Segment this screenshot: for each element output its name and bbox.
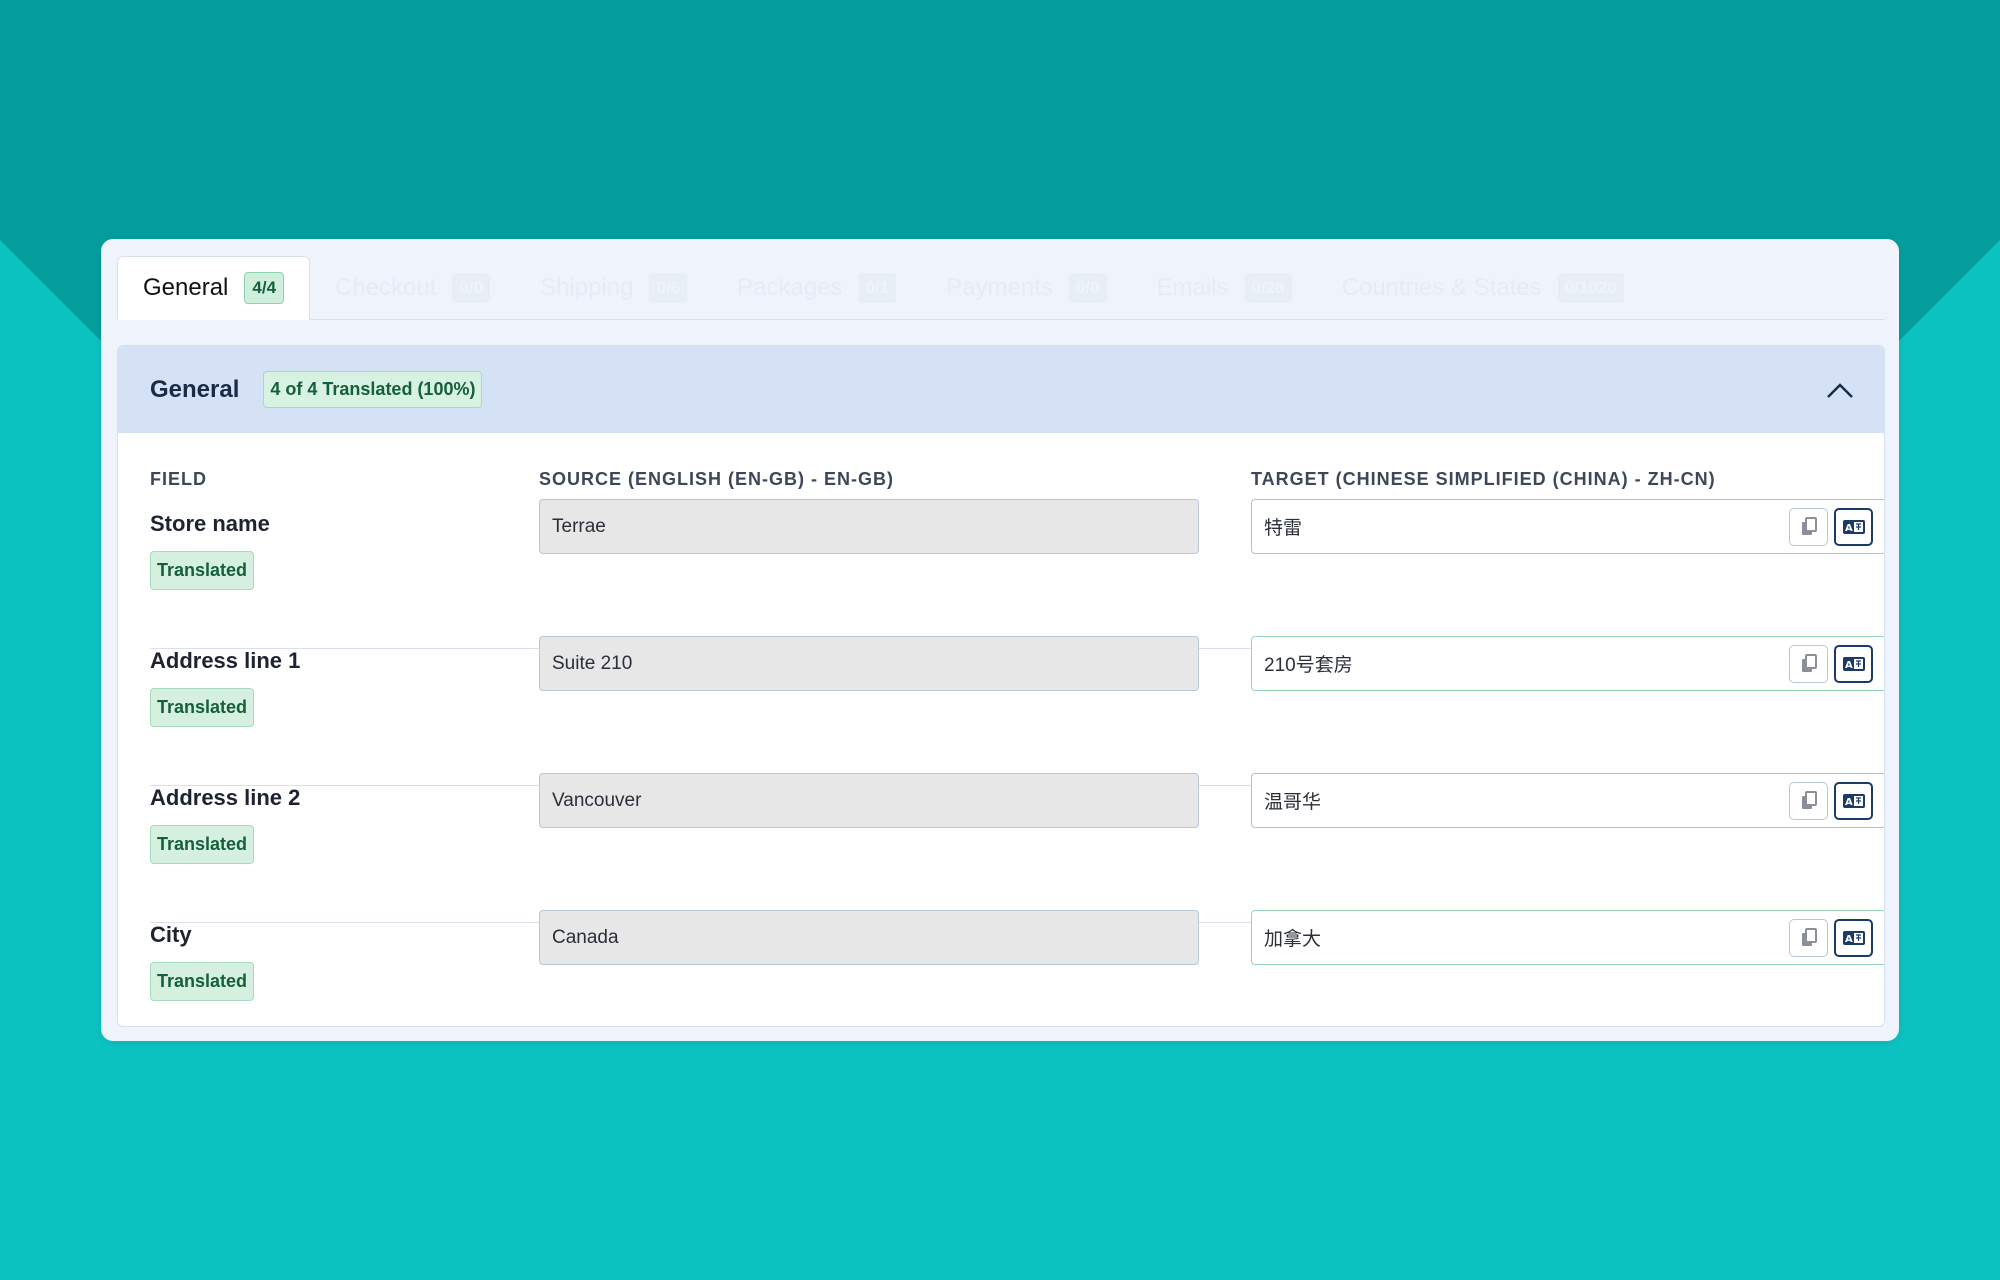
copy-icon[interactable] bbox=[1789, 644, 1828, 683]
field-name: Address line 2 bbox=[150, 785, 301, 810]
field-name: Store name bbox=[150, 511, 270, 536]
translation-row-city: City Translated Canada 加拿大 A bbox=[150, 910, 1884, 1026]
translate-icon[interactable]: A bbox=[1834, 918, 1873, 957]
chevron-up-icon[interactable] bbox=[1822, 372, 1858, 408]
source-value-field: Canada bbox=[539, 910, 1199, 965]
tab-count-badge: 0/1020 bbox=[1557, 272, 1624, 303]
target-value[interactable]: 特雷 bbox=[1264, 513, 1783, 540]
source-value: Suite 210 bbox=[552, 652, 633, 674]
copy-icon[interactable] bbox=[1789, 507, 1828, 546]
svg-text:A: A bbox=[1845, 660, 1853, 671]
field-name: City bbox=[150, 922, 192, 947]
tab-countries-states[interactable]: Countries & States 0/1020 bbox=[1317, 256, 1649, 319]
field-name: Address line 1 bbox=[150, 648, 301, 673]
column-header-target: TARGET (CHINESE SIMPLIFIED (CHINA) - ZH-… bbox=[1251, 469, 1716, 489]
tab-bar: General 4/4 Checkout 0/0 Shipping 0/6 Pa… bbox=[117, 256, 1885, 320]
copy-icon[interactable] bbox=[1789, 918, 1828, 957]
tab-label: Emails bbox=[1156, 273, 1229, 301]
tab-shipping[interactable]: Shipping 0/6 bbox=[515, 256, 712, 319]
section-header[interactable]: General 4 of 4 Translated (100%) bbox=[118, 346, 1884, 433]
translation-row-address-line-2: Address line 2 Translated Vancouver 温哥华 … bbox=[150, 773, 1884, 923]
source-value-field: Suite 210 bbox=[539, 636, 1199, 691]
translate-icon[interactable]: A bbox=[1834, 507, 1873, 546]
tab-count-badge: 0/0 bbox=[452, 272, 491, 303]
tab-checkout[interactable]: Checkout 0/0 bbox=[310, 256, 515, 319]
source-value-field: Vancouver bbox=[539, 773, 1199, 828]
tab-emails[interactable]: Emails 0/28 bbox=[1132, 256, 1317, 319]
general-section-panel: General 4 of 4 Translated (100%) FIELD S… bbox=[117, 345, 1885, 1027]
status-badge: Translated bbox=[150, 962, 255, 1001]
tab-label: Payments bbox=[946, 273, 1053, 301]
copy-icon[interactable] bbox=[1789, 781, 1828, 820]
source-value-field: Terrae bbox=[539, 499, 1199, 554]
target-value[interactable]: 温哥华 bbox=[1264, 787, 1783, 814]
tab-label: Countries & States bbox=[1341, 273, 1542, 301]
tab-packages[interactable]: Packages 0/1 bbox=[712, 256, 921, 319]
tab-label: Checkout bbox=[335, 273, 437, 301]
progress-badge: 4 of 4 Translated (100%) bbox=[263, 371, 483, 408]
status-badge: Translated bbox=[150, 688, 255, 727]
section-title: General bbox=[150, 375, 240, 403]
svg-text:A: A bbox=[1845, 797, 1853, 808]
tab-label: Packages bbox=[737, 273, 843, 301]
tab-count-badge: 0/0 bbox=[1068, 272, 1107, 303]
tab-count-badge: 0/6 bbox=[649, 272, 688, 303]
svg-text:A: A bbox=[1845, 934, 1853, 945]
tab-count-badge: 0/1 bbox=[858, 272, 897, 303]
column-header-source: SOURCE (ENGLISH (EN-GB) - EN-GB) bbox=[539, 469, 894, 489]
tab-payments[interactable]: Payments 0/0 bbox=[921, 256, 1131, 319]
column-header-field: FIELD bbox=[150, 469, 207, 489]
translation-card: General 4/4 Checkout 0/0 Shipping 0/6 Pa… bbox=[101, 239, 1899, 1041]
source-value: Terrae bbox=[552, 515, 606, 537]
status-badge: Translated bbox=[150, 825, 255, 864]
tab-count-badge: 0/28 bbox=[1244, 272, 1292, 303]
translate-icon[interactable]: A bbox=[1834, 781, 1873, 820]
source-value: Vancouver bbox=[552, 789, 642, 811]
status-badge: Translated bbox=[150, 551, 255, 590]
source-value: Canada bbox=[552, 926, 619, 948]
translate-icon[interactable]: A bbox=[1834, 644, 1873, 683]
target-value-input[interactable]: 210号套房 A bbox=[1251, 636, 1884, 691]
target-value[interactable]: 加拿大 bbox=[1264, 924, 1783, 951]
target-value-input[interactable]: 特雷 A bbox=[1251, 499, 1884, 554]
tab-count-badge: 4/4 bbox=[244, 272, 285, 304]
target-value-input[interactable]: 温哥华 A bbox=[1251, 773, 1884, 828]
svg-text:A: A bbox=[1845, 523, 1853, 534]
translation-row-address-line-1: Address line 1 Translated Suite 210 210号… bbox=[150, 636, 1884, 786]
target-value[interactable]: 210号套房 bbox=[1264, 650, 1783, 677]
tab-label: General bbox=[143, 274, 229, 301]
tab-general[interactable]: General 4/4 bbox=[117, 256, 311, 320]
tab-label: Shipping bbox=[540, 273, 634, 301]
translation-row-store-name: Store name Translated Terrae 特雷 A bbox=[150, 499, 1884, 649]
target-value-input[interactable]: 加拿大 A bbox=[1251, 910, 1884, 965]
